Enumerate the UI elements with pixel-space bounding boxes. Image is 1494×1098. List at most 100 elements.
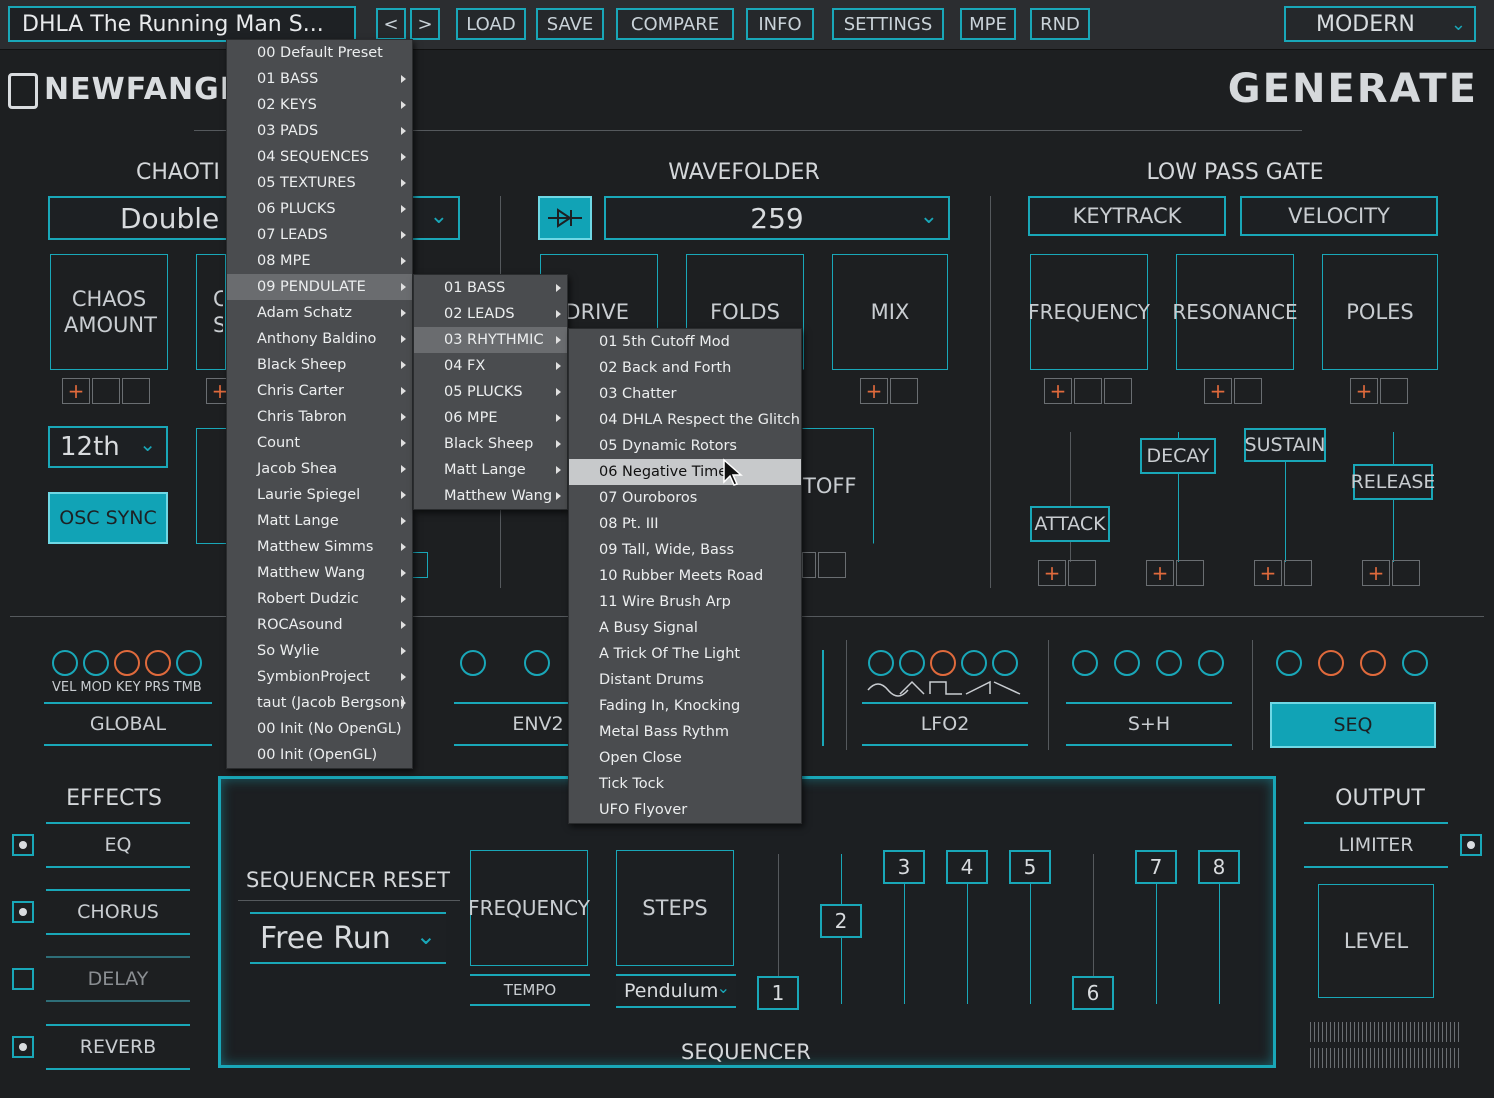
menu-item[interactable]: 01 BASS [227,66,412,92]
mod-add-icon[interactable]: + [1146,560,1174,586]
velocity-button[interactable]: VELOCITY [1240,196,1438,236]
lfo1-tab-edge[interactable] [802,650,824,746]
mod-slot[interactable] [1176,560,1204,586]
mod-slot[interactable] [818,552,846,578]
menu-item[interactable]: 09 Tall, Wide, Bass [569,537,801,563]
mod-slot[interactable] [890,378,918,404]
menu-item[interactable]: Matt Lange [414,457,567,483]
menu-item[interactable]: 06 PLUCKS [227,196,412,222]
step-8-slider[interactable]: 8 [1198,850,1240,884]
mix-mod-slots[interactable]: + [860,378,918,404]
menu-item[interactable]: SymbionProject [227,664,412,690]
mod-source-circle[interactable] [961,650,987,676]
mod-slot[interactable] [92,378,120,404]
decay-mod-slots[interactable]: + [1146,560,1204,586]
mix-knob[interactable]: MIX [832,254,948,370]
menu-item[interactable]: 02 LEADS [414,301,567,327]
menu-item[interactable]: 02 KEYS [227,92,412,118]
menu-item[interactable]: 00 Init (OpenGL) [227,742,412,768]
release-mod-slots[interactable]: + [1362,560,1420,586]
sustain-slider[interactable]: SUSTAIN [1244,428,1326,462]
menu-item[interactable]: Matthew Simms [227,534,412,560]
menu-item[interactable]: Robert Dudzic [227,586,412,612]
mod-slot[interactable] [802,552,816,578]
menu-item[interactable]: 02 Back and Forth [569,355,801,381]
load-button[interactable]: LOAD [456,8,526,40]
step-2-slider[interactable]: 2 [820,904,862,938]
keytrack-button[interactable]: KEYTRACK [1028,196,1226,236]
cutoff-mod-slots[interactable] [802,552,846,578]
menu-item[interactable]: 10 Rubber Meets Road [569,563,801,589]
wavefolder-value-select[interactable]: 259 ⌄ [604,196,950,240]
menu-item[interactable]: A Trick Of The Light [569,641,801,667]
limiter-toggle[interactable] [1460,834,1482,856]
delay-button[interactable]: DELAY [46,956,190,1002]
mod-slot[interactable] [1068,560,1096,586]
mod-add-icon[interactable]: + [1204,378,1232,404]
menu-item[interactable]: Matthew Wang [227,560,412,586]
menu-item[interactable]: 00 Default Preset [227,40,412,66]
menu-item[interactable]: 03 Chatter [569,381,801,407]
menu-item[interactable]: 01 5th Cutoff Mod [569,329,801,355]
menu-item[interactable]: Black Sheep [227,352,412,378]
mod-source-circle[interactable] [1318,650,1344,676]
menu-item[interactable]: Jacob Shea [227,456,412,482]
lpg-frequency-mod-slots[interactable]: + [1044,378,1132,404]
tab-lfo2[interactable]: LFO2 [862,702,1028,746]
mod-add-icon[interactable]: + [1254,560,1282,586]
menu-item[interactable]: 05 TEXTURES [227,170,412,196]
menu-item[interactable]: Matt Lange [227,508,412,534]
menu-item[interactable]: 07 LEADS [227,222,412,248]
settings-button[interactable]: SETTINGS [832,8,944,40]
mod-source-circle[interactable] [1114,650,1140,676]
mod-source-circle[interactable] [460,650,486,676]
reverb-button[interactable]: REVERB [46,1024,190,1070]
mod-add-icon[interactable]: + [1350,378,1378,404]
mod-source-circle[interactable] [1072,650,1098,676]
menu-item[interactable]: 01 BASS [414,275,567,301]
mod-source-circle[interactable] [1402,650,1428,676]
eq-button[interactable]: EQ [46,822,190,868]
menu-item[interactable]: 04 DHLA Respect the Glitch [569,407,801,433]
steps-knob[interactable]: STEPS [616,850,734,966]
menu-item[interactable]: 03 RHYTHMIC [414,327,567,353]
step-7-slider[interactable]: 7 [1135,850,1177,884]
attack-mod-slots[interactable]: + [1038,560,1096,586]
mod-source-circle[interactable] [1198,650,1224,676]
delay-toggle[interactable] [12,968,34,990]
attack-slider[interactable]: ATTACK [1030,506,1110,542]
limiter-button[interactable]: LIMITER [1304,822,1448,868]
chaos-amount-mod-slots[interactable]: + [62,378,150,404]
save-button[interactable]: SAVE [536,8,604,40]
menu-item[interactable]: 05 PLUCKS [414,379,567,405]
menu-item[interactable]: 07 Ouroboros [569,485,801,511]
menu-item[interactable]: 05 Dynamic Rotors [569,433,801,459]
lpg-poles-mod-slots[interactable]: + [1350,378,1408,404]
menu-item[interactable]: 00 Init (No OpenGL) [227,716,412,742]
menu-item[interactable]: So Wylie [227,638,412,664]
mod-slot[interactable] [1380,378,1408,404]
mod-add-icon[interactable]: + [62,378,90,404]
octave-select[interactable]: 12th ⌄ [48,426,168,468]
mod-add-icon[interactable]: + [860,378,888,404]
menu-item[interactable]: UFO Flyover [569,797,801,823]
menu-item[interactable]: 08 MPE [227,248,412,274]
chaos-amount-knob[interactable]: CHAOS AMOUNT [50,254,168,370]
menu-item[interactable]: Chris Carter [227,378,412,404]
lpg-resonance-knob[interactable]: RESONANCE [1172,254,1298,370]
osc-sync-button[interactable]: OSC SYNC [48,492,168,544]
menu-item[interactable]: Matthew Wang [414,483,567,509]
menu-item[interactable]: Distant Drums [569,667,801,693]
sequencer-reset-select[interactable]: Free Run ⌄ [250,912,446,964]
menu-item[interactable]: Count [227,430,412,456]
chaos-third-knob[interactable] [196,428,226,544]
lpg-resonance-mod-slots[interactable]: + [1204,378,1262,404]
mod-source-circle[interactable] [1276,650,1302,676]
mod-source-circle[interactable] [1360,650,1386,676]
menu-item[interactable]: 09 PENDULATE [227,274,412,300]
mod-slot[interactable] [1234,378,1262,404]
mod-slot[interactable] [1284,560,1312,586]
menu-item[interactable]: ROCAsound [227,612,412,638]
seq-frequency-knob[interactable]: FREQUENCY [468,850,590,966]
mod-source-circle[interactable] [83,650,109,676]
